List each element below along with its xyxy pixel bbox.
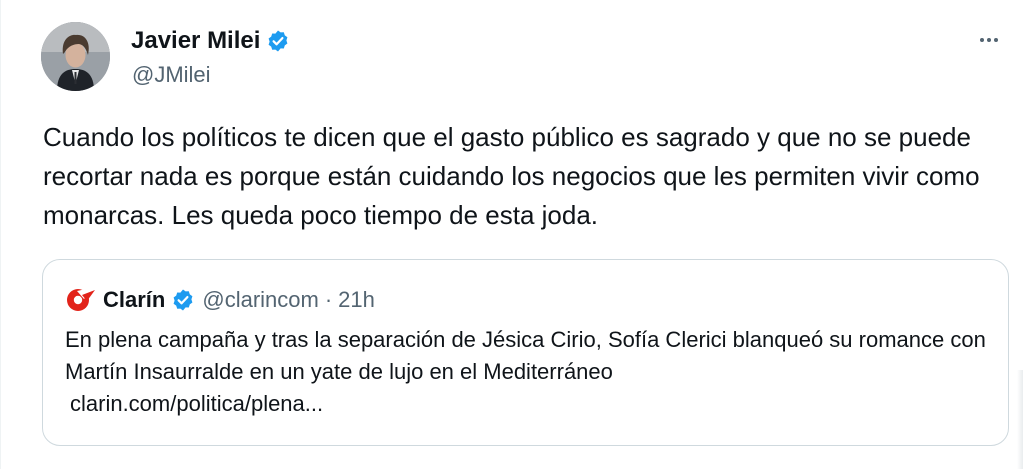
verified-badge-icon	[173, 289, 193, 310]
quoted-author-handle[interactable]: @clarincom	[202, 287, 318, 313]
tweet-text: Cuando los políticos te dicen que el gas…	[43, 122, 980, 230]
quoted-tweet[interactable]: Clarín @clarincom · 21h En plena campaña…	[42, 259, 1009, 446]
verified-badge-icon	[269, 30, 288, 52]
more-dot-icon	[987, 38, 991, 42]
quoted-tweet-body: En plena campaña y tras la separación de…	[65, 327, 986, 384]
author-name-row[interactable]: Javier Milei	[131, 27, 290, 55]
quoted-tweet-link[interactable]: clarin.com/politica/plena...	[65, 388, 995, 420]
quoted-author-name[interactable]: Clarín	[103, 287, 165, 313]
quoted-tweet-header: Clarín @clarincom · 21h	[65, 286, 375, 313]
avatar[interactable]	[41, 22, 110, 91]
author-name[interactable]: Javier Milei	[131, 27, 260, 55]
tweet-card[interactable]: Javier Milei @JMilei Cuando los político…	[0, 0, 1023, 469]
page-edge-shadow	[1017, 370, 1023, 469]
more-options-button[interactable]	[973, 28, 1005, 52]
author-handle[interactable]: @JMilei	[132, 62, 211, 88]
quoted-timestamp[interactable]: 21h	[338, 287, 375, 313]
more-dot-icon	[980, 38, 984, 42]
separator-dot: ·	[324, 286, 333, 312]
more-dot-icon	[994, 38, 998, 42]
quoted-tweet-text: En plena campaña y tras la separación de…	[65, 324, 995, 420]
clarin-logo-icon	[67, 287, 95, 311]
